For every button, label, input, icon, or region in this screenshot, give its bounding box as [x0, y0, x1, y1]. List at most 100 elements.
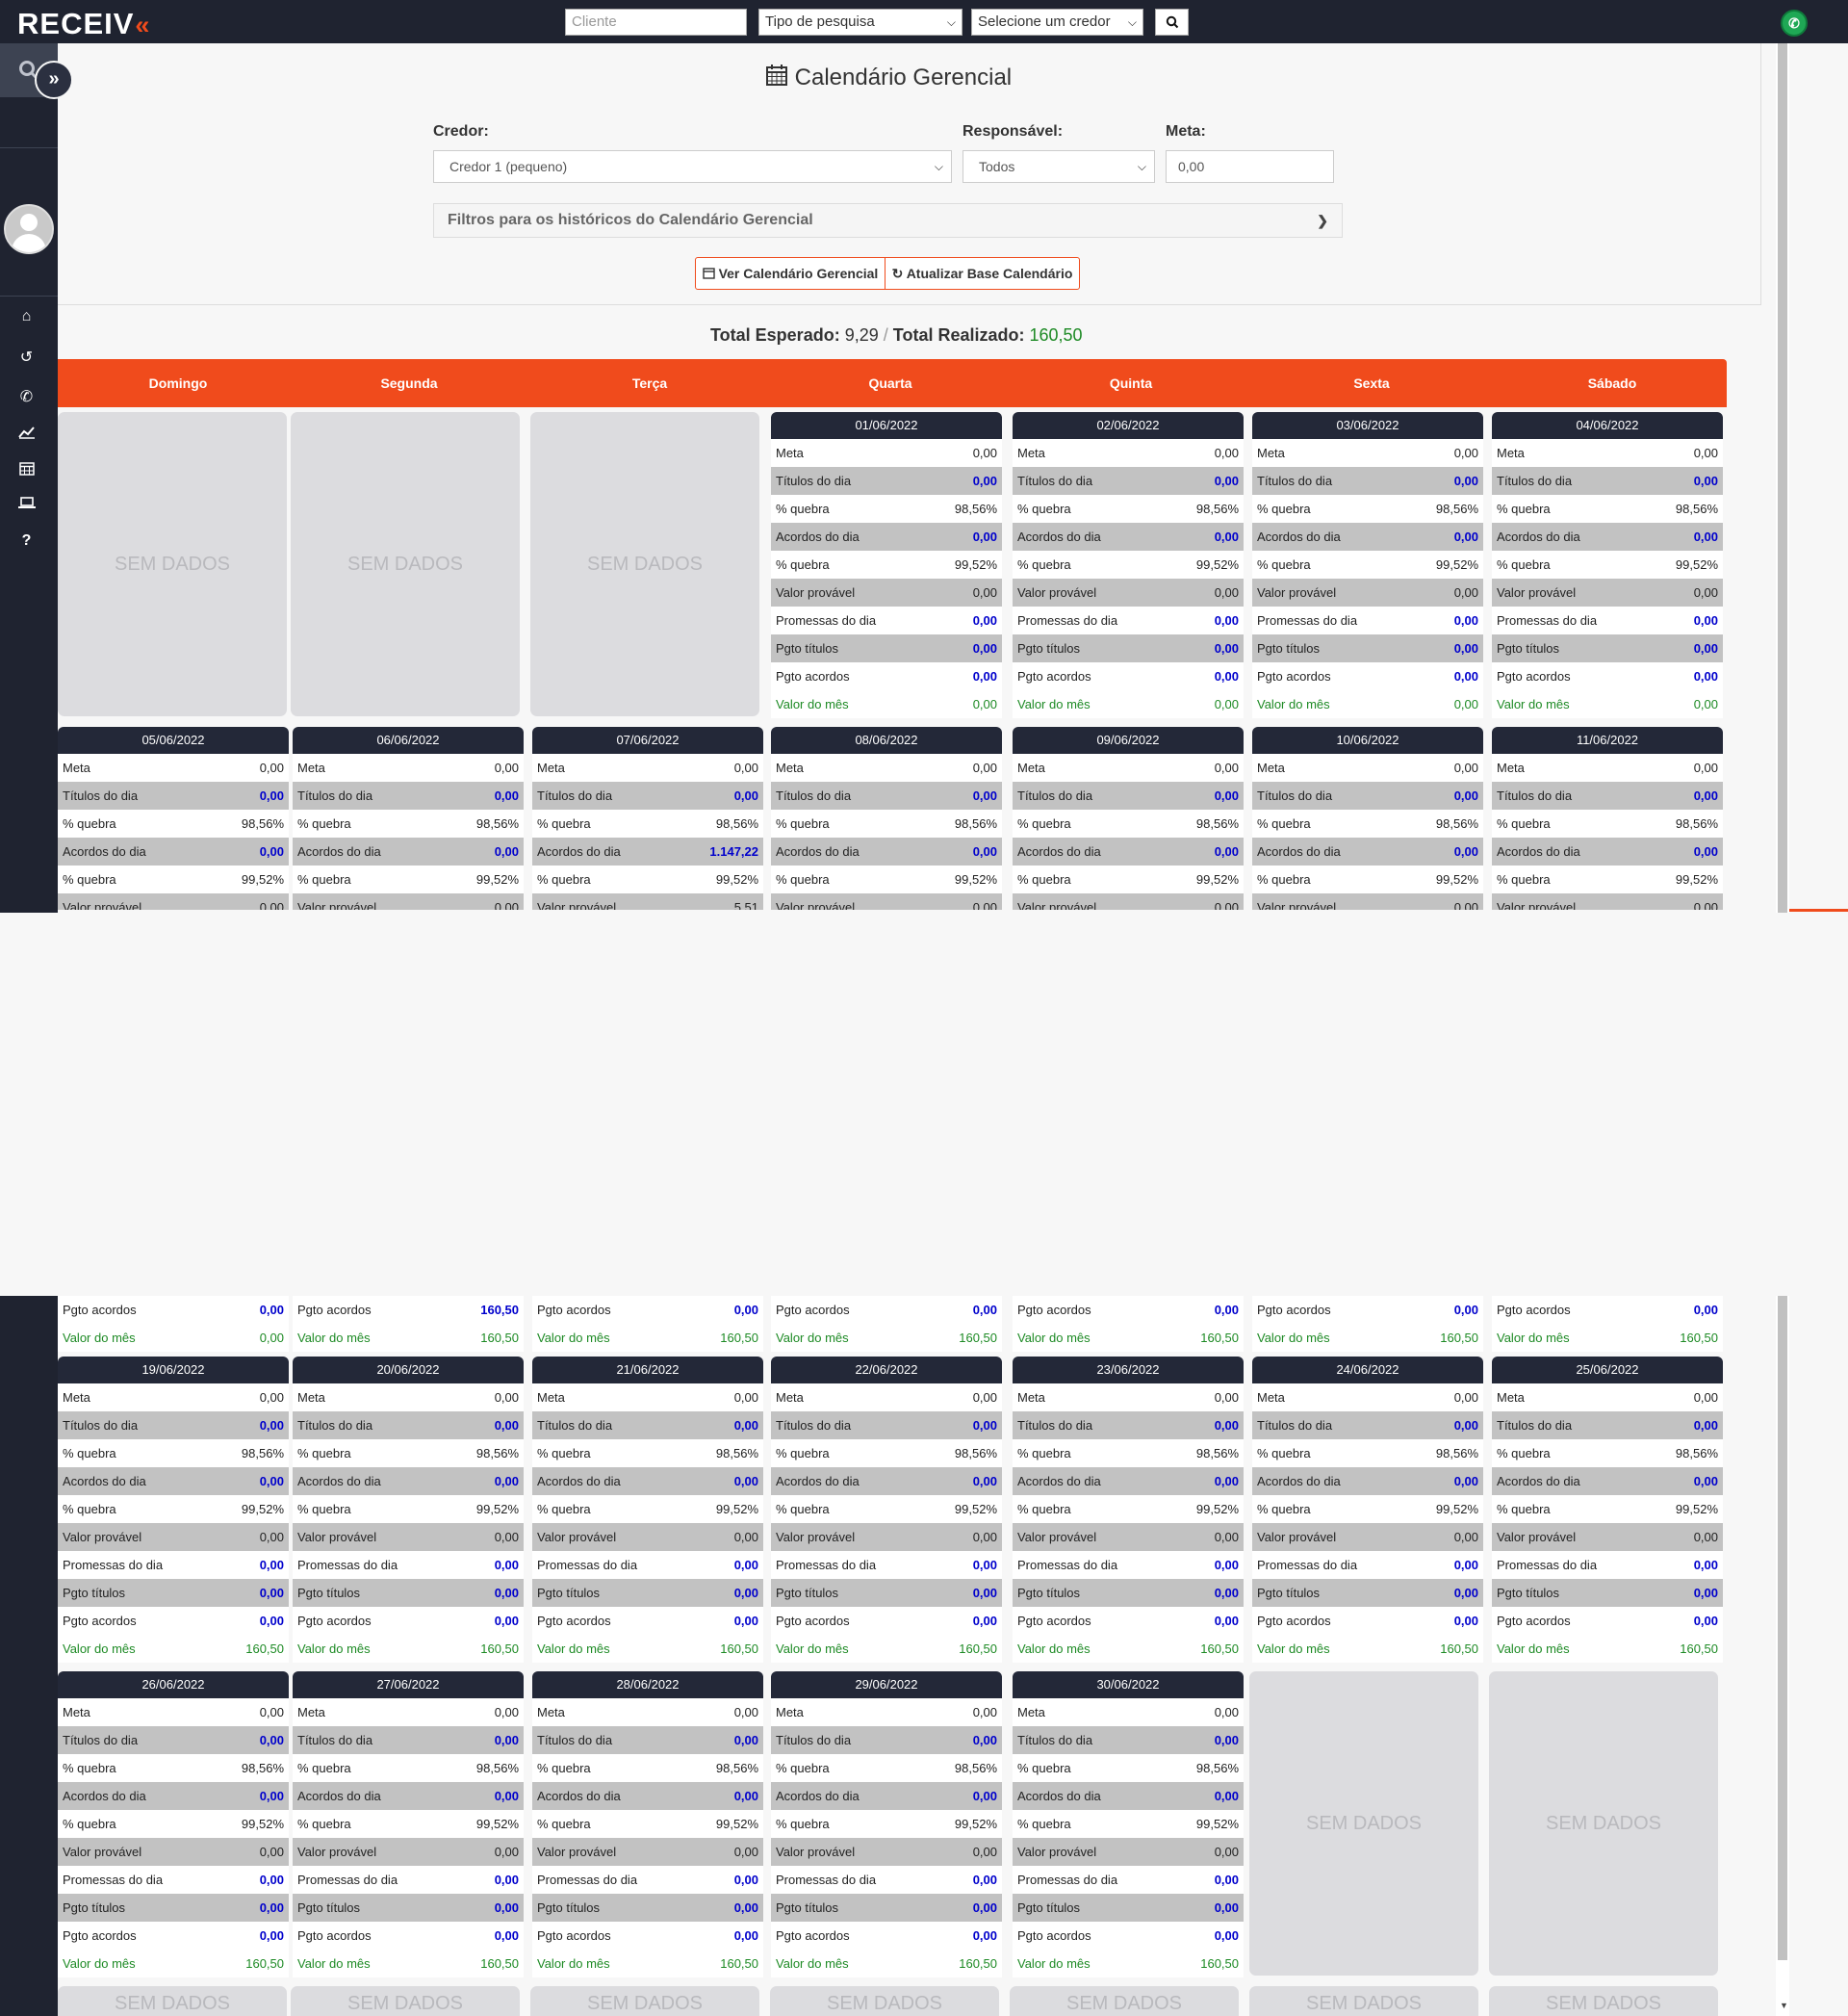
day-card[interactable]: Pgto acordos 0,00 Valor do mês 160,50	[1013, 1296, 1244, 1352]
question-icon[interactable]: ?	[0, 532, 53, 550]
row-label: % quebra	[537, 1761, 591, 1775]
day-row: Pgto acordos 0,00	[1013, 1922, 1244, 1950]
day-card[interactable]: 01/06/2022 Meta 0,00 Títulos do dia 0,00 % qu…	[771, 412, 1002, 718]
day-card[interactable]: Pgto acordos 0,00 Valor do mês 160,50	[771, 1296, 1002, 1352]
row-value: 160,50	[1200, 1641, 1239, 1656]
sidebar-toggle-button[interactable]: »	[35, 61, 73, 99]
row-value: 0,00	[1214, 446, 1239, 460]
row-label: Acordos do dia	[63, 844, 146, 859]
credor-dropdown[interactable]: Credor 1 (pequeno) ⌵	[433, 150, 952, 183]
credor-select[interactable]: Selecione um credor ⌵	[971, 9, 1143, 36]
row-label: Pgto títulos	[63, 1900, 126, 1915]
day-card[interactable]: 19/06/2022 Meta 0,00 Títulos do dia 0,00 % qu…	[58, 1357, 289, 1663]
receiv-logo[interactable]: RECEIV«	[17, 7, 150, 41]
row-value: 0,00	[1693, 1390, 1718, 1405]
day-card[interactable]: 27/06/2022 Meta 0,00 Títulos do dia 0,00 % qu…	[293, 1671, 524, 1977]
row-value: 160,50	[245, 1956, 284, 1971]
cliente-input[interactable]: Cliente	[565, 9, 747, 36]
day-row: Acordos do dia 0,00	[771, 523, 1002, 551]
day-card[interactable]: 06/06/2022 Meta 0,00 Títulos do dia 0,00 % qu…	[293, 727, 524, 910]
day-card[interactable]: 07/06/2022 Meta 0,00 Títulos do dia 0,00 % qu…	[532, 727, 763, 910]
row-label: Valor do mês	[1497, 1331, 1570, 1345]
day-card[interactable]: Pgto acordos 0,00 Valor do mês 160,50	[532, 1296, 763, 1352]
ver-calendario-button[interactable]: Ver Calendário Gerencial	[695, 257, 886, 290]
row-label: Pgto acordos	[297, 1614, 372, 1628]
row-label: Promessas do dia	[776, 1558, 877, 1572]
row-value: 0,00	[494, 788, 519, 803]
day-row: % quebra 98,56%	[58, 1754, 289, 1782]
atualizar-base-button[interactable]: ↻ Atualizar Base Calendário	[885, 257, 1080, 290]
day-card[interactable]: 22/06/2022 Meta 0,00 Títulos do dia 0,00 % qu…	[771, 1357, 1002, 1663]
day-card[interactable]: 09/06/2022 Meta 0,00 Títulos do dia 0,00 % qu…	[1013, 727, 1244, 910]
day-row: Valor do mês 160,50	[58, 1950, 289, 1977]
day-card[interactable]: Pgto acordos 160,50 Valor do mês 160,50	[293, 1296, 524, 1352]
historico-filters-collapse[interactable]: Filtros para os históricos do Calendário…	[433, 203, 1343, 238]
day-row: % quebra 98,56%	[532, 1439, 763, 1467]
row-label: Acordos do dia	[1497, 1474, 1580, 1488]
day-card[interactable]: 02/06/2022 Meta 0,00 Títulos do dia 0,00 % qu…	[1013, 412, 1244, 718]
row-value: 0,00	[1693, 1418, 1718, 1433]
tipo-pesquisa-select[interactable]: Tipo de pesquisa ⌵	[758, 9, 962, 36]
chevron-down-icon: ⌵	[1127, 15, 1137, 29]
row-value: 0,00	[1214, 1845, 1239, 1859]
row-value: 5,51	[733, 900, 758, 910]
history-icon[interactable]: ↺	[0, 348, 53, 367]
row-label: Acordos do dia	[537, 1474, 621, 1488]
chart-icon[interactable]	[0, 426, 53, 444]
row-value: 160,50	[1680, 1641, 1718, 1656]
day-card[interactable]: 28/06/2022 Meta 0,00 Títulos do dia 0,00 % qu…	[532, 1671, 763, 1977]
responsavel-dropdown[interactable]: Todos ⌵	[962, 150, 1155, 183]
scrollbar[interactable]	[1776, 1296, 1789, 2016]
row-value: 0,00	[733, 1586, 758, 1600]
day-card[interactable]: 29/06/2022 Meta 0,00 Títulos do dia 0,00 % qu…	[771, 1671, 1002, 1977]
row-label: Valor do mês	[776, 1956, 849, 1971]
whatsapp-icon[interactable]: ✆	[1781, 10, 1808, 37]
home-icon[interactable]: ⌂	[0, 308, 53, 325]
avatar[interactable]	[4, 204, 54, 254]
day-card[interactable]: 24/06/2022 Meta 0,00 Títulos do dia 0,00 % qu…	[1252, 1357, 1483, 1663]
day-card[interactable]: Pgto acordos 0,00 Valor do mês 160,50	[1492, 1296, 1723, 1352]
divider	[0, 147, 58, 148]
row-label: % quebra	[297, 1761, 351, 1775]
day-row: % quebra 98,56%	[1252, 495, 1483, 523]
day-card[interactable]: Pgto acordos 0,00 Valor do mês 0,00	[58, 1296, 289, 1352]
row-label: Títulos do dia	[537, 1733, 613, 1747]
calendar-icon[interactable]	[0, 461, 53, 480]
phone-icon[interactable]: ✆	[0, 387, 53, 406]
row-value: 0,00	[259, 1705, 284, 1719]
day-card[interactable]: 08/06/2022 Meta 0,00 Títulos do dia 0,00 % qu…	[771, 727, 1002, 910]
day-row: % quebra 98,56%	[532, 1754, 763, 1782]
scroll-down-icon[interactable]: ▼	[1780, 2001, 1788, 2010]
row-value: 0,00	[972, 585, 997, 600]
day-card[interactable]: 03/06/2022 Meta 0,00 Títulos do dia 0,00 % qu…	[1252, 412, 1483, 718]
day-card[interactable]: 30/06/2022 Meta 0,00 Títulos do dia 0,00 % qu…	[1013, 1671, 1244, 1977]
day-row: Pgto títulos 0,00	[1252, 1579, 1483, 1607]
row-value: 0,00	[259, 1873, 284, 1887]
credor-label: Credor:	[433, 123, 489, 140]
day-card[interactable]: 05/06/2022 Meta 0,00 Títulos do dia 0,00 % qu…	[58, 727, 289, 910]
row-value: 0,00	[972, 641, 997, 656]
search-button[interactable]	[1155, 9, 1189, 36]
day-row: Promessas do dia 0,00	[1492, 1551, 1723, 1579]
day-card[interactable]: 10/06/2022 Meta 0,00 Títulos do dia 0,00 % qu…	[1252, 727, 1483, 910]
meta-label: Meta:	[1166, 123, 1206, 140]
laptop-icon[interactable]	[0, 497, 53, 514]
meta-input[interactable]: 0,00	[1166, 150, 1334, 183]
scrollbar[interactable]	[1776, 43, 1789, 913]
day-card[interactable]: 11/06/2022 Meta 0,00 Títulos do dia 0,00 % qu…	[1492, 727, 1723, 910]
row-value: 160,50	[720, 1641, 758, 1656]
day-row: Pgto títulos 0,00	[1492, 634, 1723, 662]
day-card[interactable]: 21/06/2022 Meta 0,00 Títulos do dia 0,00 % qu…	[532, 1357, 763, 1663]
day-card[interactable]: 25/06/2022 Meta 0,00 Títulos do dia 0,00 % qu…	[1492, 1357, 1723, 1663]
day-date: 05/06/2022	[58, 727, 289, 754]
row-label: Valor provável	[1017, 585, 1097, 600]
day-row: Promessas do dia 0,00	[532, 1551, 763, 1579]
day-card[interactable]: 23/06/2022 Meta 0,00 Títulos do dia 0,00 % qu…	[1013, 1357, 1244, 1663]
day-row: Pgto acordos 0,00	[1013, 1296, 1244, 1324]
day-card[interactable]: Pgto acordos 0,00 Valor do mês 160,50	[1252, 1296, 1483, 1352]
day-card[interactable]: 04/06/2022 Meta 0,00 Títulos do dia 0,00 % qu…	[1492, 412, 1723, 718]
day-row: Meta 0,00	[1013, 1383, 1244, 1411]
row-value: 99,52%	[954, 1817, 997, 1831]
day-card[interactable]: 26/06/2022 Meta 0,00 Títulos do dia 0,00 % qu…	[58, 1671, 289, 1977]
day-card[interactable]: 20/06/2022 Meta 0,00 Títulos do dia 0,00 % qu…	[293, 1357, 524, 1663]
